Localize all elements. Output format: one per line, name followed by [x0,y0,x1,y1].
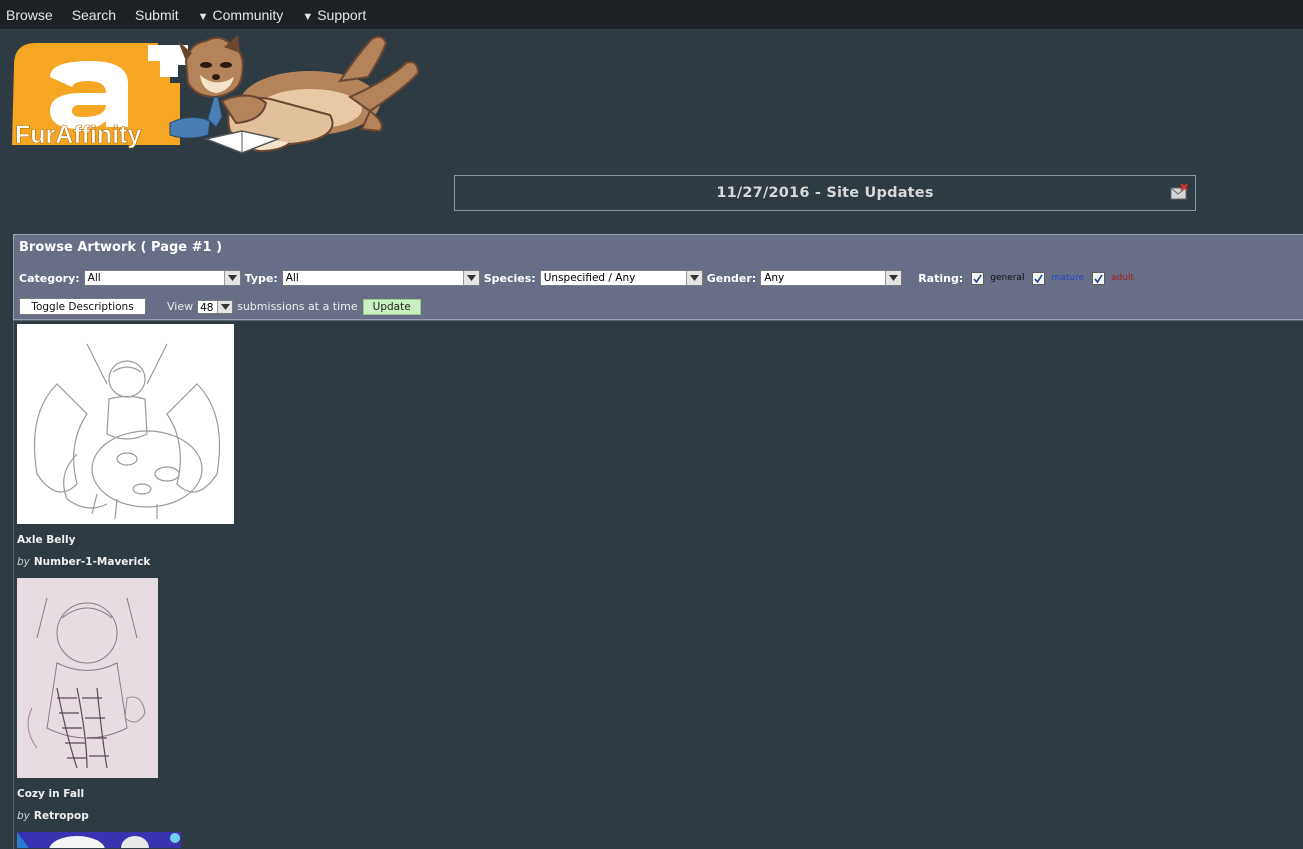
nav-support[interactable]: ▼ Support [302,7,366,23]
toggle-descriptions-button[interactable]: Toggle Descriptions [19,298,146,315]
gender-select[interactable]: Any [760,270,903,286]
filter-row: Category: All Type: All Species: Unspeci… [19,270,1134,286]
artist-link[interactable]: Retropop [34,810,89,822]
rating-label: Rating: [918,271,964,285]
mature-checkbox[interactable] [1032,271,1046,285]
chevron-down-icon [223,271,240,285]
submission-thumbnail[interactable] [17,832,181,848]
view-options-row: Toggle Descriptions View 48 submissions … [19,298,421,315]
nav-support-label: Support [317,6,367,23]
mature-rating-label: mature [1051,273,1085,283]
type-select[interactable]: All [281,270,480,286]
nav-browse-label: Browse [6,6,53,23]
per-page-suffix: submissions at a time [237,300,358,313]
species-value: Unspecified / Any [543,272,636,284]
nav-search-label: Search [71,6,117,23]
chevron-down-icon [217,300,233,313]
species-label: Species: [483,271,536,285]
site-update-banner[interactable]: 11/27/2016 - Site Updates [454,175,1196,211]
category-label: Category: [19,271,80,285]
top-nav: Browse Search Submit ▼ Community ▼ Support [0,0,1303,30]
by-label: by [17,810,30,822]
browse-panel: Browse Artwork ( Page #1 ) Category: All… [13,234,1303,320]
type-label: Type: [244,271,278,285]
general-rating-label: general [990,273,1025,283]
by-label: by [17,556,30,568]
category-select[interactable]: All [83,270,241,286]
submission-byline: by Number-1-Maverick [17,556,150,568]
browse-title: Browse Artwork ( Page #1 ) [19,240,223,255]
per-page-select[interactable]: 48 [197,299,234,314]
per-page-value: 48 [200,301,214,314]
update-button[interactable]: Update [362,298,421,315]
submission-byline: by Retropop [17,810,89,822]
svg-text:FurAffinity: FurAffinity [15,121,141,149]
nav-community[interactable]: ▼ Community [198,7,284,23]
general-checkbox[interactable] [971,271,985,285]
type-value: All [285,272,299,284]
nav-browse[interactable]: Browse [6,7,53,23]
dismiss-notice-icon[interactable] [1170,183,1188,200]
site-logo[interactable]: FurAffinity [10,31,422,155]
chevron-down-icon [685,271,702,285]
submission-thumbnail[interactable] [17,578,158,778]
submission-title[interactable]: Cozy in Fall [17,788,84,800]
dropdown-triangle-icon: ▼ [197,10,209,23]
gender-value: Any [764,272,785,284]
dropdown-triangle-icon: ▼ [302,10,314,23]
nav-submit[interactable]: Submit [135,7,179,23]
species-select[interactable]: Unspecified / Any [539,270,703,286]
artist-link[interactable]: Number-1-Maverick [34,556,151,568]
site-update-title[interactable]: 11/27/2016 - Site Updates [716,185,933,201]
submission-title[interactable]: Axle Belly [17,534,75,546]
nav-search[interactable]: Search [72,7,116,23]
submission-thumbnail[interactable] [17,324,234,524]
category-value: All [87,272,101,284]
nav-submit-label: Submit [135,6,179,23]
chevron-down-icon [462,271,479,285]
adult-rating-label: adult [1111,273,1134,283]
nav-community-label: Community [212,6,284,23]
gender-label: Gender: [706,271,757,285]
adult-checkbox[interactable] [1092,271,1106,285]
view-label: View [167,300,194,313]
chevron-down-icon [885,271,902,285]
